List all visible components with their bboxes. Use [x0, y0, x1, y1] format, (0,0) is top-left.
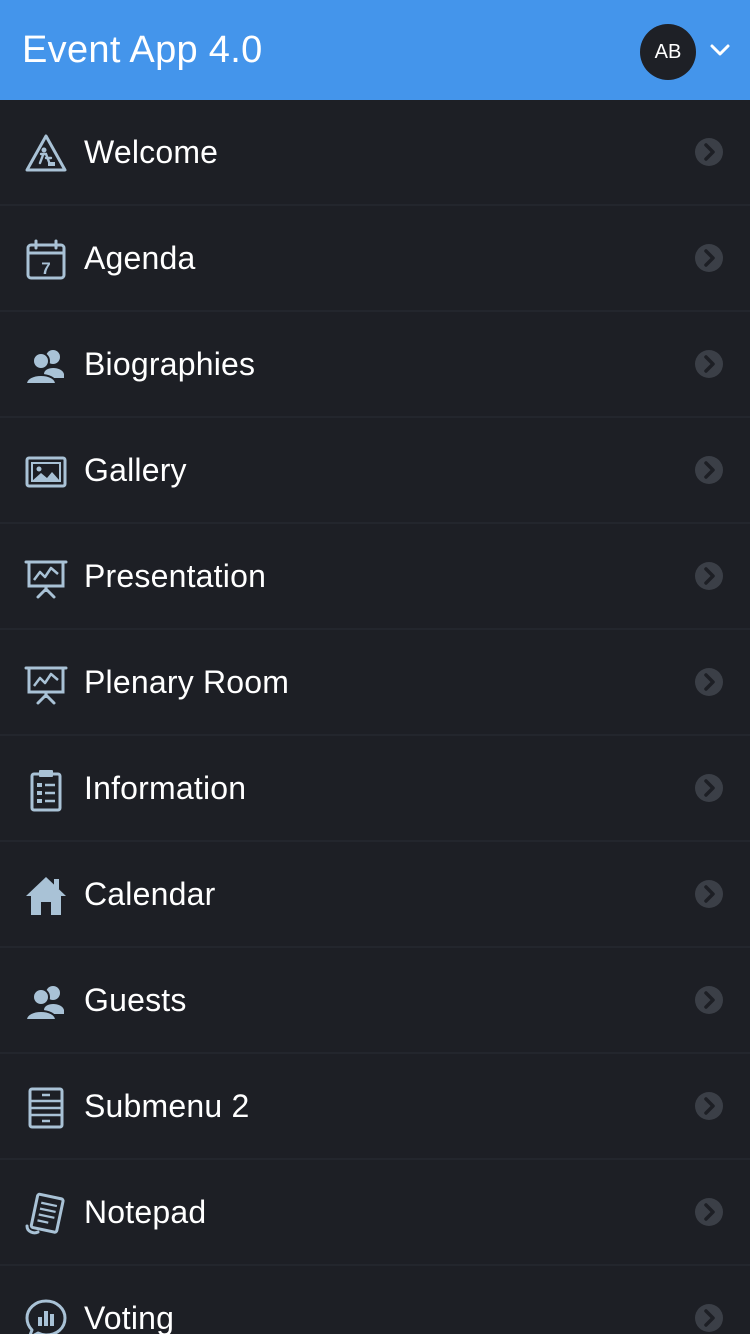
chevron-right-icon: [695, 1092, 723, 1120]
chevron-right-icon: [695, 138, 723, 166]
menu-item-plenary-room[interactable]: Plenary Room: [0, 630, 750, 736]
chevron-right-icon: [695, 880, 723, 908]
menu-item-gallery[interactable]: Gallery: [0, 418, 750, 524]
menu-item-voting[interactable]: Voting: [0, 1266, 750, 1334]
clipboard-icon: [24, 768, 68, 812]
chevron-right-icon: [695, 668, 723, 696]
presentation-board-icon: [24, 556, 68, 600]
app-title: Event App 4.0: [22, 29, 263, 71]
chevron-down-icon[interactable]: [706, 36, 734, 64]
svg-text:7: 7: [41, 259, 50, 278]
menu-item-agenda[interactable]: 7 Agenda: [0, 206, 750, 312]
notepad-icon: [24, 1192, 68, 1236]
menu-item-guests[interactable]: Guests: [0, 948, 750, 1054]
chevron-right-icon: [695, 456, 723, 484]
side-menu: Welcome 7 Agenda Biographies Gallery Pre…: [0, 100, 750, 1334]
menu-item-label: Calendar: [84, 876, 216, 912]
menu-item-label: Submenu 2: [84, 1088, 250, 1124]
chevron-right-icon: [695, 1198, 723, 1226]
construction-sign-icon: [24, 132, 68, 176]
cabinet-icon: [24, 1086, 68, 1130]
users-icon: [24, 980, 68, 1024]
menu-item-biographies[interactable]: Biographies: [0, 312, 750, 418]
user-avatar[interactable]: AB: [640, 24, 696, 80]
menu-item-label: Biographies: [84, 346, 256, 382]
menu-item-presentation[interactable]: Presentation: [0, 524, 750, 630]
menu-item-label: Notepad: [84, 1194, 207, 1230]
chevron-right-icon: [695, 244, 723, 272]
menu-item-label: Gallery: [84, 452, 187, 488]
menu-item-information[interactable]: Information: [0, 736, 750, 842]
chevron-right-icon: [695, 562, 723, 590]
menu-item-label: Agenda: [84, 240, 196, 276]
chevron-right-icon: [695, 1304, 723, 1332]
menu-item-label: Presentation: [84, 558, 267, 594]
app-header: Event App 4.0 AB: [0, 0, 750, 100]
chevron-right-icon: [695, 350, 723, 378]
home-icon: [24, 874, 68, 918]
chat-chart-icon: [24, 1298, 68, 1334]
menu-item-label: Voting: [84, 1300, 175, 1334]
menu-item-label: Guests: [84, 982, 187, 1018]
menu-item-notepad[interactable]: Notepad: [0, 1160, 750, 1266]
calendar-icon: 7: [24, 238, 68, 282]
chevron-right-icon: [695, 774, 723, 802]
menu-item-label: Information: [84, 770, 247, 806]
menu-item-submenu-2[interactable]: Submenu 2: [0, 1054, 750, 1160]
menu-item-calendar[interactable]: Calendar: [0, 842, 750, 948]
users-icon: [24, 344, 68, 388]
menu-item-label: Welcome: [84, 134, 219, 170]
menu-item-welcome[interactable]: Welcome: [0, 100, 750, 206]
image-icon: [24, 450, 68, 494]
chevron-right-icon: [695, 986, 723, 1014]
presentation-board-icon: [24, 662, 68, 706]
menu-item-label: Plenary Room: [84, 664, 290, 700]
